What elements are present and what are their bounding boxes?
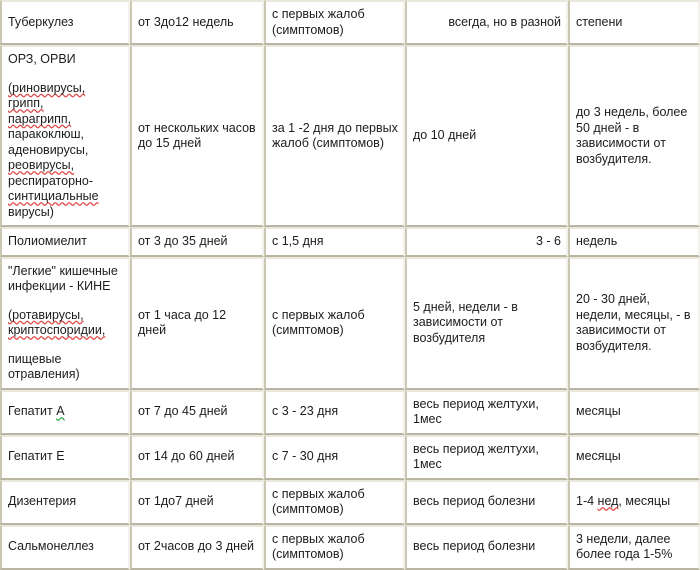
table-row: Дизентерия от 1до7 дней с первых жалоб (…	[0, 479, 700, 525]
cell-contagious-duration: до 10 дней	[405, 45, 568, 227]
cell-contagious-duration: весь период желтухи, 1мес	[405, 389, 568, 435]
cell-disease-name: Дизентерия	[0, 479, 130, 525]
cell-contagious-start: с первых жалоб (симптомов)	[264, 0, 405, 45]
cell-contagious-start: с первых жалоб (симптомов)	[264, 256, 405, 390]
pathogen-list-item: (ротавирусы,	[8, 307, 84, 322]
infection-periods-table: Туберкулез от 3до12 недель с первых жало…	[0, 0, 700, 570]
cell-disease-name: ОРЗ, ОРВИ (риновирусы, грипп, парагрипп,…	[0, 45, 130, 227]
table-row: Туберкулез от 3до12 недель с первых жало…	[0, 0, 700, 45]
cell-incubation: от 1до7 дней	[130, 479, 264, 525]
virus-list-item: паракоклюш,	[8, 127, 84, 141]
document-table-container: Туберкулез от 3до12 недель с первых жало…	[0, 0, 700, 570]
cell-carrier-period: 1-4 нед, месяцы	[568, 479, 700, 525]
cell-disease-name: Туберкулез	[0, 0, 130, 45]
virus-list-item: парагрипп,	[8, 111, 72, 126]
cell-contagious-duration: весь период желтухи, 1мес	[405, 434, 568, 480]
cell-carrier-period: 20 - 30 дней, недели, месяцы, - в зависи…	[568, 256, 700, 390]
cell-carrier-period: до 3 недель, более 50 дней - в зависимос…	[568, 45, 700, 227]
cell-carrier-period: степени	[568, 0, 700, 45]
virus-list-item: (риновирусы, грипп,	[8, 80, 86, 111]
cell-contagious-start: за 1 -2 дня до первых жалоб (симптомов)	[264, 45, 405, 227]
cell-incubation: от 2часов до 3 дней	[130, 524, 264, 570]
virus-list-item: аденовирусы,	[8, 142, 89, 157]
cell-incubation: от нескольких часов до 15 дней	[130, 45, 264, 227]
cell-carrier-period: месяцы	[568, 389, 700, 435]
cell-contagious-duration: 3 - 6	[405, 227, 568, 257]
cell-disease-name: Гепатит А	[0, 389, 130, 435]
spellcheck-mark: А	[56, 404, 65, 419]
table-row: Полиомиелит от 3 до 35 дней с 1,5 дня 3 …	[0, 227, 700, 257]
cell-contagious-duration: весь период болезни	[405, 524, 568, 570]
cell-contagious-start: с первых жалоб (симптомов)	[264, 524, 405, 570]
table-row: ОРЗ, ОРВИ (риновирусы, грипп, парагрипп,…	[0, 45, 700, 227]
table-row: Гепатит Е от 14 до 60 дней с 7 - 30 дня …	[0, 434, 700, 480]
cell-incubation: от 14 до 60 дней	[130, 434, 264, 480]
cell-contagious-start: с 1,5 дня	[264, 227, 405, 257]
virus-list-item: респираторно-	[8, 173, 94, 188]
cell-contagious-start: с 3 - 23 дня	[264, 389, 405, 435]
cell-disease-name: Гепатит Е	[0, 434, 130, 480]
cell-disease-name: Полиомиелит	[0, 227, 130, 257]
cell-incubation: от 3до12 недель	[130, 0, 264, 45]
cell-carrier-period: месяцы	[568, 434, 700, 480]
cell-contagious-duration: весь период болезни	[405, 479, 568, 525]
virus-list-item: реовирусы,	[8, 158, 75, 172]
cell-carrier-period: недель	[568, 227, 700, 257]
virus-list-item: синтициальные	[8, 189, 99, 203]
pathogen-list-item: криптоспоридии,	[8, 323, 106, 337]
cell-contagious-start: с первых жалоб (симптомов)	[264, 479, 405, 525]
table-row: Сальмонеллез от 2часов до 3 дней с первы…	[0, 524, 700, 570]
spellcheck-mark: нед	[597, 494, 619, 509]
cell-contagious-duration: всегда, но в разной	[405, 0, 568, 45]
virus-list-item: вирусы)	[8, 204, 54, 219]
cell-disease-name: Сальмонеллез	[0, 524, 130, 570]
cell-incubation: от 3 до 35 дней	[130, 227, 264, 257]
cell-contagious-duration: 5 дней, недели - в зависимости от возбуд…	[405, 256, 568, 390]
cell-carrier-period: 3 недели, далее более года 1-5%	[568, 524, 700, 570]
table-row: "Легкие" кишечные инфекции - КИНЕ (ротав…	[0, 256, 700, 390]
cell-incubation: от 1 часа до 12 дней	[130, 256, 264, 390]
table-row: Гепатит А от 7 до 45 дней с 3 - 23 дня в…	[0, 389, 700, 435]
cell-contagious-start: с 7 - 30 дня	[264, 434, 405, 480]
cell-incubation: от 7 до 45 дней	[130, 389, 264, 435]
cell-disease-name: "Легкие" кишечные инфекции - КИНЕ (ротав…	[0, 256, 130, 390]
